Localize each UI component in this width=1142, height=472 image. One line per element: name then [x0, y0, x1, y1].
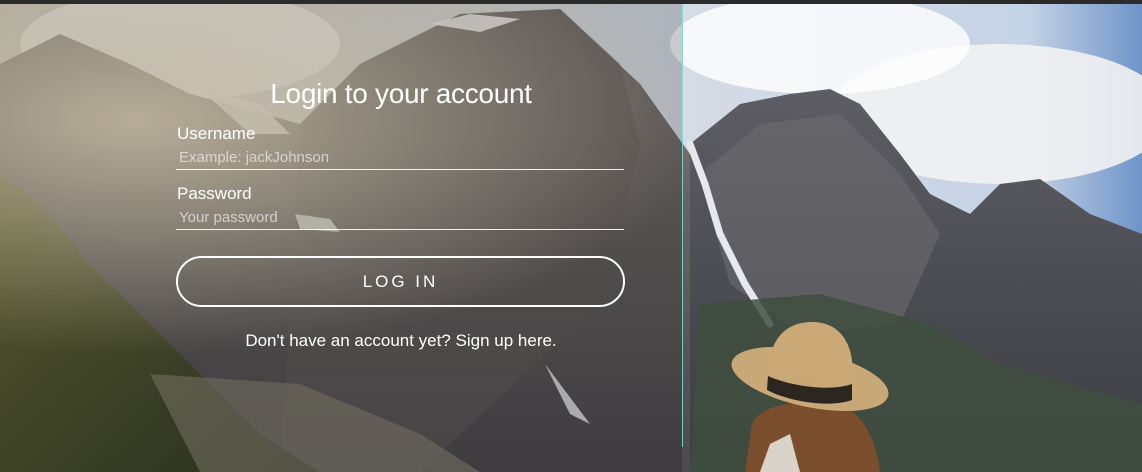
signup-prompt: Don't have an account yet? Sign up here. [176, 331, 626, 351]
password-field: Password [176, 184, 626, 230]
password-input[interactable] [176, 206, 624, 230]
password-label: Password [177, 184, 252, 203]
top-bar [0, 0, 1142, 4]
username-input[interactable] [176, 146, 624, 170]
signup-link[interactable]: Don't have an account yet? Sign up here. [245, 331, 556, 350]
login-button[interactable]: LOG IN [176, 256, 625, 307]
page-title: Login to your account [270, 78, 532, 109]
username-field: Username [176, 124, 626, 170]
divider-line [682, 4, 683, 447]
username-label: Username [177, 124, 256, 143]
login-form: Login to your account Username Password … [176, 78, 626, 351]
